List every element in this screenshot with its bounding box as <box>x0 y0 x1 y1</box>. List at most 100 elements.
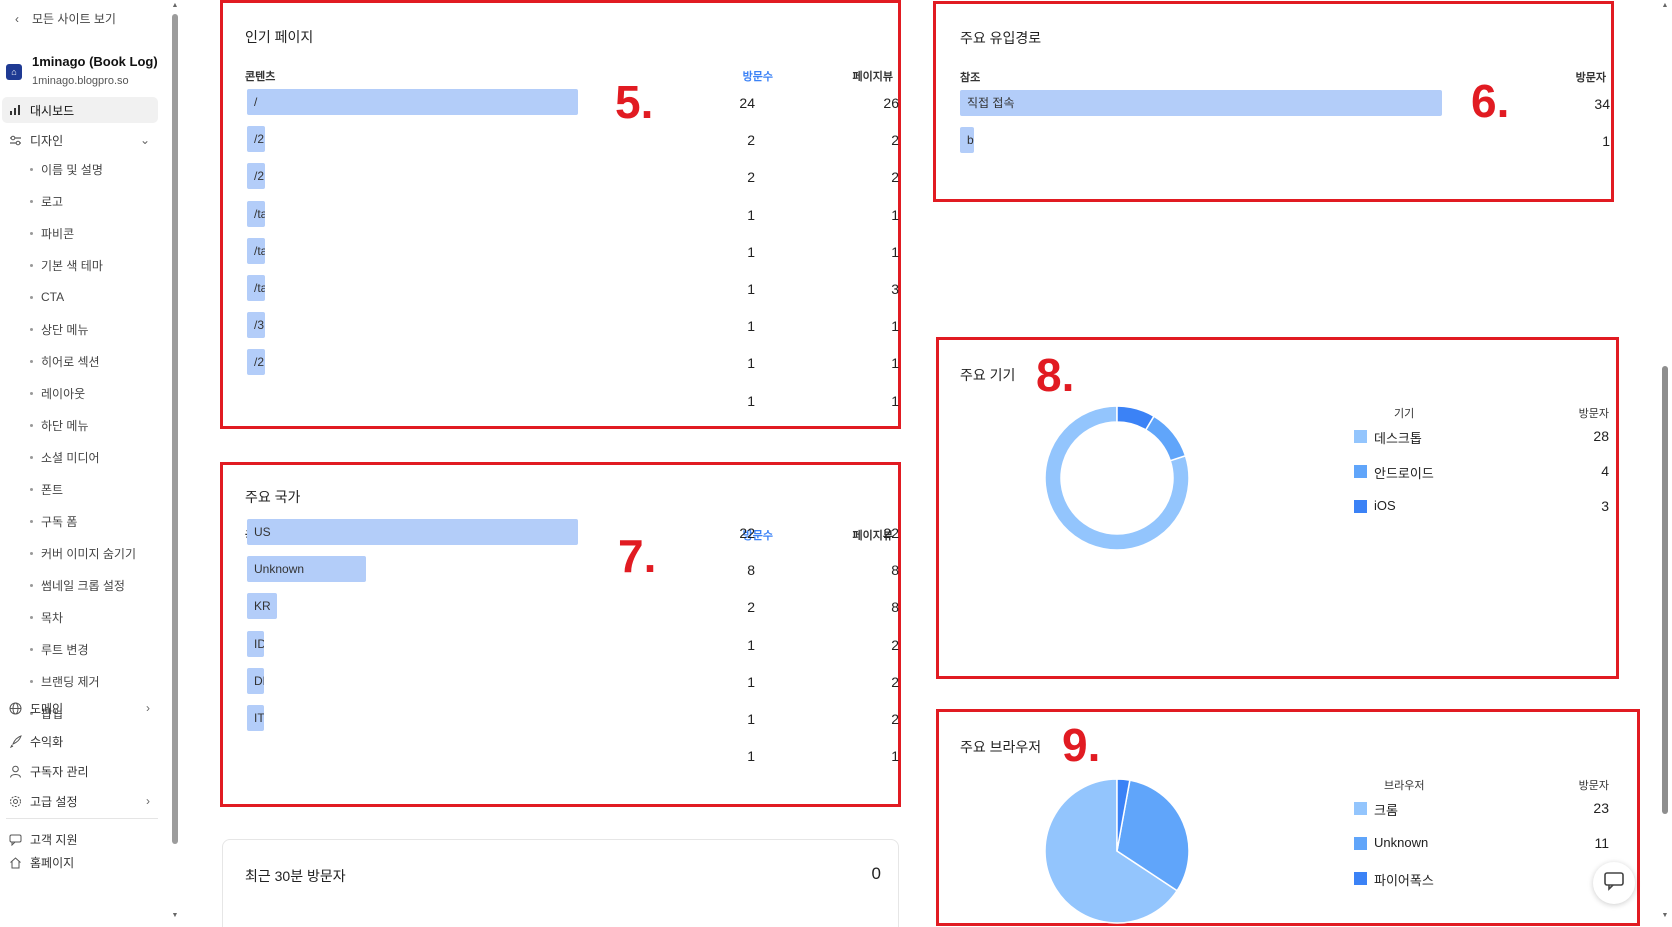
chevron-left-icon: ‹ <box>15 11 19 26</box>
legend-label: Unknown <box>1374 835 1429 850</box>
main-scroll-thumb[interactable] <box>1662 366 1668 814</box>
table-cell-visits: 1 <box>747 711 755 727</box>
browsers-panel: 주요 브라우저 9. 브라우저 방문자 크롬23Unknown11파이어폭스1 <box>936 709 1640 926</box>
nav-design-subitem[interactable]: 기본 색 테마 <box>30 255 103 275</box>
nav-design-subitem[interactable]: 이름 및 설명 <box>30 159 103 179</box>
bullet-dot <box>30 455 33 459</box>
table-cell-pageviews: 8 <box>891 562 899 579</box>
nav-design-subitem[interactable]: 상단 메뉴 <box>30 319 89 339</box>
gear-icon <box>8 794 22 808</box>
table-row-bar[interactable]: Unknown <box>247 556 366 583</box>
table-row-bar[interactable]: /2 <box>247 349 265 376</box>
nav-homepage[interactable]: 홈페이지 <box>2 849 158 875</box>
nav-design-subitem[interactable]: 브랜딩 제거 <box>30 671 100 691</box>
chat-support-button[interactable] <box>1593 862 1635 904</box>
annotation-marker-5: 5. <box>615 76 654 128</box>
bullet-dot <box>30 583 33 587</box>
table-cell-visits: 8 <box>747 562 755 579</box>
scroll-up-icon[interactable]: ▲ <box>1660 2 1670 9</box>
legend-label: 데스크톱 <box>1374 431 1422 446</box>
table-row-bar[interactable]: /ta <box>247 200 265 227</box>
nav-design-subitem-label: 목차 <box>41 610 64 625</box>
table-row-bar[interactable]: DE <box>247 667 264 694</box>
nav-design-subitem[interactable]: 소셜 미디어 <box>30 447 100 467</box>
table-row-bar[interactable]: IT <box>247 705 264 731</box>
back-to-all-sites-link[interactable]: ‹ 모든 사이트 보기 <box>10 10 116 27</box>
table-row-bar[interactable]: bing.com <box>960 127 974 153</box>
col-visitors[interactable]: 방문자 <box>1546 69 1606 85</box>
scroll-down-icon[interactable]: ▼ <box>1660 912 1670 919</box>
nav-monetization-label: 수익화 <box>30 734 64 749</box>
table-row-bar[interactable]: /2 <box>247 126 265 153</box>
table-cell-pageviews: 26 <box>883 95 899 111</box>
table-cell-pageviews: 1 <box>891 206 899 223</box>
nav-design-subitem[interactable]: 파비콘 <box>30 223 74 243</box>
nav-dashboard[interactable]: 대시보드 <box>2 97 158 123</box>
table-row-bar[interactable]: 직접 접속 <box>960 90 1442 116</box>
nav-design-subitem[interactable]: 목차 <box>30 607 63 627</box>
nav-monetization[interactable]: 수익화 <box>2 728 158 754</box>
table-cell-visits: 1 <box>747 243 755 260</box>
table-row-bar[interactable]: / <box>247 89 578 115</box>
nav-design-subitem-label: 기본 색 테마 <box>41 258 103 273</box>
nav-design-subitem[interactable]: 하단 메뉴 <box>30 415 89 435</box>
nav-design-subitem[interactable]: 구독 폼 <box>30 511 77 531</box>
bar-chart-icon <box>8 103 22 117</box>
nav-design-subitem-label: 이름 및 설명 <box>41 162 103 177</box>
table-cell-visits: 2 <box>747 132 755 149</box>
legend-swatch <box>1354 465 1367 478</box>
nav-design-subitem-label: 로고 <box>41 194 64 209</box>
annotation-marker-7: 7. <box>618 530 657 582</box>
table-row-bar[interactable]: /2 <box>247 163 265 190</box>
col-visitors: 방문자 <box>1578 408 1609 420</box>
table-cell-pageviews: 1 <box>891 243 899 260</box>
rocket-icon <box>8 734 22 748</box>
table-cell-visits: 1 <box>747 636 755 653</box>
legend-swatch <box>1354 500 1367 513</box>
nav-design-subitem-label: 하단 메뉴 <box>41 418 89 433</box>
table-row-bar[interactable]: KR <box>247 593 277 620</box>
bullet-dot <box>30 615 33 619</box>
pie-slice[interactable] <box>1144 415 1187 462</box>
nav-design-subitem[interactable]: 루트 변경 <box>30 639 89 659</box>
nav-subscribers[interactable]: 구독자 관리 <box>2 758 158 784</box>
nav-advanced-settings[interactable]: 고급 설정 › <box>2 788 158 814</box>
bullet-dot <box>30 423 33 427</box>
site-info[interactable]: ⌂ 1minago (Book Log) 1minago.blogpro.so <box>6 54 166 90</box>
nav-design[interactable]: 디자인 ⌄ <box>2 127 158 153</box>
browsers-title: 주요 브라우저 <box>960 739 1042 755</box>
table-cell-pageviews: 1 <box>891 318 899 335</box>
globe-icon <box>8 701 22 715</box>
nav-design-subitem[interactable]: 로고 <box>30 191 63 211</box>
nav-design-subitem[interactable]: 썸네일 크롭 설정 <box>30 575 125 595</box>
table-cell-pageviews: 2 <box>891 132 899 149</box>
recent-visitors-card: 최근 30분 방문자 0 <box>222 839 899 927</box>
pie-slice[interactable] <box>1116 405 1155 431</box>
recent-visitors-title: 최근 30분 방문자 <box>245 868 346 884</box>
nav-design-subitem[interactable]: 레이아웃 <box>30 383 85 403</box>
nav-design-subitem[interactable]: 폰트 <box>30 479 63 499</box>
bullet-dot <box>30 519 33 523</box>
table-cell-pageviews: 1 <box>891 355 899 372</box>
main-scrollbar[interactable]: ▲ ▼ <box>1660 0 1670 927</box>
nav-design-subitem[interactable]: 커버 이미지 숨기기 <box>30 543 136 563</box>
table-row-bar[interactable]: /ta <box>247 237 265 264</box>
scroll-up-icon[interactable]: ▲ <box>171 2 179 9</box>
bullet-dot <box>30 391 33 395</box>
sidebar-scroll-thumb[interactable] <box>172 14 178 844</box>
nav-design-subitem-label: 레이아웃 <box>41 386 86 401</box>
bullet-dot <box>30 167 33 171</box>
table-row-bar[interactable]: /ta <box>247 275 265 301</box>
nav-domain[interactable]: 도메인 › <box>2 695 158 721</box>
scroll-down-icon[interactable]: ▼ <box>171 912 179 919</box>
legend-label: iOS <box>1374 498 1396 513</box>
col-visits-sort[interactable]: 방문수 <box>713 68 773 84</box>
table-row-bar[interactable]: /3 <box>247 312 265 339</box>
sidebar-scrollbar[interactable]: ▲ ▼ <box>171 0 179 927</box>
col-pageviews[interactable]: 페이지뷰 <box>833 68 893 84</box>
nav-design-subitem[interactable]: CTA <box>30 287 64 307</box>
table-cell-pageviews: 1 <box>891 392 899 409</box>
table-row-bar[interactable]: ID <box>247 630 264 657</box>
nav-design-subitem[interactable]: 히어로 섹션 <box>30 351 100 371</box>
table-row-bar[interactable]: US <box>247 519 578 545</box>
